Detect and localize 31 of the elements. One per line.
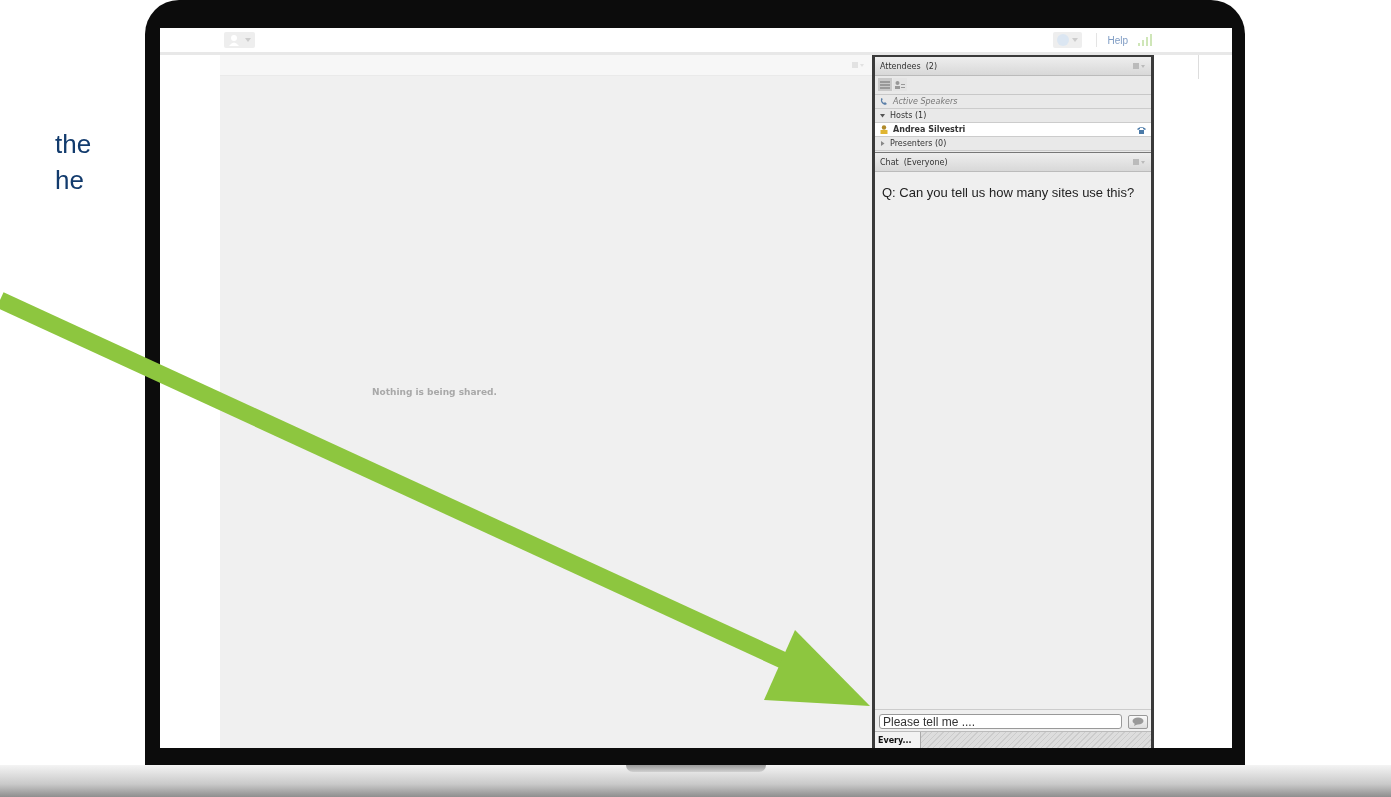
list-icon [880,80,890,89]
telephone-icon [1137,125,1146,134]
speech-bubble-icon [1132,717,1144,726]
pod-title: Attendees [880,61,921,71]
phone-icon [880,97,888,106]
signal-icon [1138,34,1152,46]
chat-tab[interactable]: Every... [875,732,921,748]
group-label: Hosts (1) [890,111,927,120]
caption-text: the [55,128,93,161]
chat-audience: (Everyone) [903,157,948,167]
caption-text: he [55,164,85,198]
chat-input[interactable]: Please tell me .... [879,714,1122,729]
caret-icon [1072,38,1079,42]
person-list-icon [895,80,905,89]
attendee-group[interactable]: Presenters (0) [875,137,1151,151]
group-label: Presenters (0) [890,139,947,148]
host-badge-icon [880,125,888,134]
pod-menu-icon [1133,159,1145,165]
pod-title: Chat [880,157,899,167]
info-button[interactable] [1053,32,1083,48]
caret-icon [245,38,251,42]
attendee-count: (2) [925,61,938,71]
attendee-name: Andrea Silvestri [893,125,966,134]
pod-menu-icon [1133,63,1145,69]
card-view-button[interactable] [893,78,907,91]
empty-share-message: Nothing is being shared. [372,387,497,397]
active-speakers-label: Active Speakers [893,97,958,106]
chat-message: Q: Can you tell us how many sites use this? [882,185,1136,200]
list-view-button[interactable] [878,78,892,91]
attendee-row[interactable]: Andrea Silvestri [875,123,1151,137]
send-button[interactable] [1128,714,1148,729]
